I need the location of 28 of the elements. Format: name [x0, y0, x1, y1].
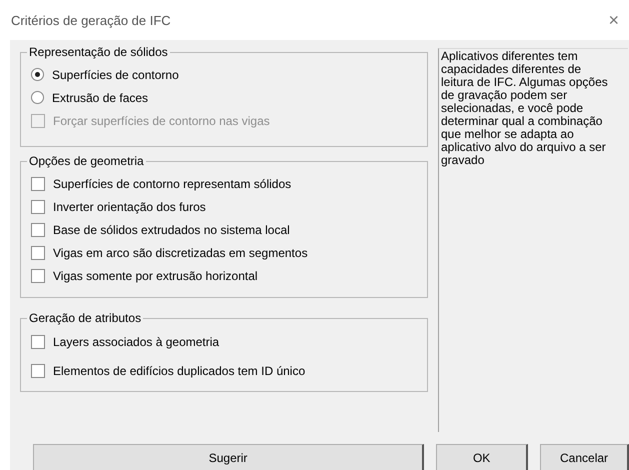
option-label: Base de sólidos extrudados no sistema local: [53, 222, 290, 236]
group-title: Geração de atributos: [27, 311, 144, 326]
option-label: Elementos de edifícios duplicados tem ID único: [53, 364, 306, 378]
checkbox[interactable]: [31, 268, 45, 282]
radio-button[interactable]: [31, 91, 44, 104]
checkbox[interactable]: [31, 364, 45, 378]
option-label: Superfícies de contorno representam sólidos: [53, 176, 292, 190]
checkbox[interactable]: [31, 222, 45, 236]
group-title: Opções de geometria: [27, 154, 146, 169]
window-title: Critérios de geração de IFC: [11, 12, 171, 28]
close-button[interactable]: ×: [608, 10, 619, 30]
option-label: Vigas em arco são discretizadas em segmentos: [53, 246, 308, 260]
checkbox[interactable]: [31, 334, 45, 348]
option-label: Forçar superfícies de contorno nas vigas: [53, 114, 270, 128]
radio-button[interactable]: [31, 68, 44, 81]
dialog-button[interactable]: Sugerir: [33, 444, 424, 470]
dialog-button[interactable]: OK: [436, 444, 528, 470]
option-label: Vigas somente por extrusão horizontal: [53, 268, 258, 282]
checkbox[interactable]: [31, 176, 45, 190]
checkbox[interactable]: [31, 200, 45, 214]
option-label: Layers associados à geometria: [53, 334, 220, 348]
checkbox[interactable]: [31, 246, 45, 260]
option-label: Inverter orientação dos furos: [53, 200, 206, 214]
dialog-button[interactable]: Cancelar: [540, 444, 629, 470]
group-title: Representação de sólidos: [27, 45, 170, 60]
option-label: Extrusão de faces: [52, 90, 148, 104]
help-text: Aplicativos diferentes tem capacidades diferentes de leitura de IFC. Algumas opções de gravação podem ser selecionadas, e você pode determinar qual a combinação que melhor se adapta ao aplicativo alvo do arquivo a ser gravado: [438, 48, 628, 432]
option-label: Superfícies de contorno: [52, 68, 179, 82]
